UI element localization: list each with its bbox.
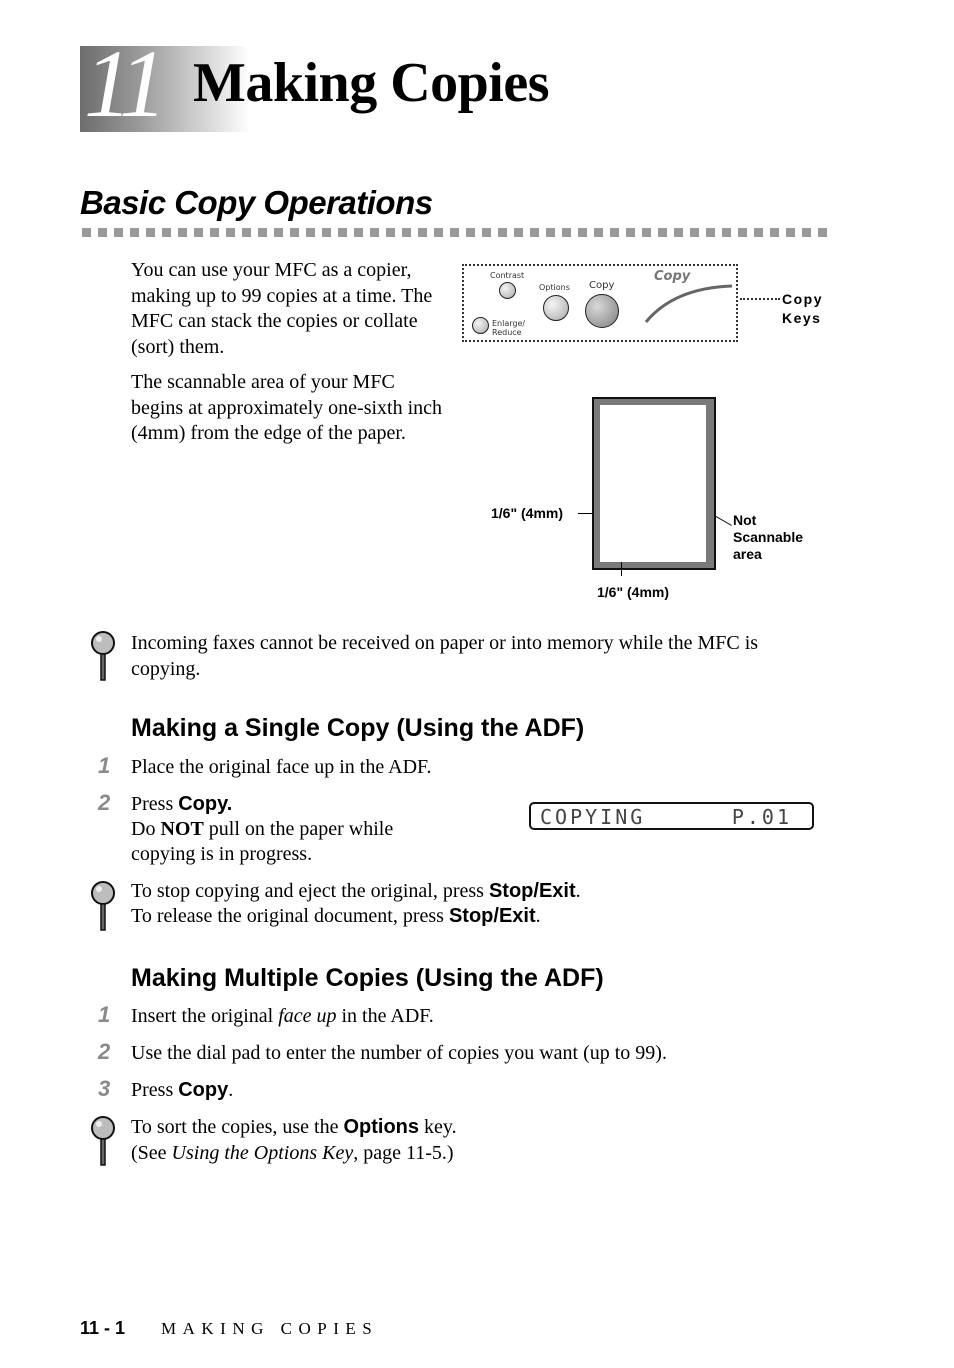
lcd-page: P.01 — [731, 805, 792, 829]
not-scannable-leader — [715, 516, 732, 526]
intro-paragraph: You can use your MFC as a copier, making… — [131, 259, 433, 358]
bottom-margin-label: 1/6" (4mm) — [597, 584, 669, 600]
step-text: Insert the original face up in the ADF. — [131, 1005, 434, 1027]
left-margin-label: 1/6" (4mm) — [491, 505, 563, 521]
enlarge-reduce-key-label: Enlarge/Reduce — [492, 319, 526, 337]
cross-reference-link: Using the Options Key — [171, 1142, 354, 1164]
note-sort-copies: To sort the copies, use the Options key.… — [131, 1116, 457, 1164]
step-text: Place the original face up in the ADF. — [131, 756, 432, 778]
bottom-margin-leader — [621, 562, 622, 576]
magnifier-icon — [91, 631, 115, 681]
lcd-status: COPYING — [540, 805, 646, 829]
copy-key-label: Copy — [589, 280, 615, 291]
section-divider — [82, 228, 832, 237]
chapter-title: Making Copies — [193, 52, 550, 114]
copy-keys-panel: Contrast Options Copy Enlarge/Reduce Cop… — [462, 264, 738, 342]
step-number: 1 — [98, 1002, 111, 1027]
multiple-copies-heading: Making Multiple Copies (Using the ADF) — [131, 964, 604, 992]
step-text: Use the dial pad to enter the number of … — [131, 1042, 667, 1064]
chapter-number: 11 — [84, 30, 167, 137]
lcd-display: COPYING P.01 — [529, 802, 814, 830]
single-copy-heading: Making a Single Copy (Using the ADF) — [131, 714, 585, 742]
enlarge-reduce-key — [472, 317, 489, 334]
left-margin-leader — [578, 513, 592, 514]
contrast-key — [499, 282, 516, 299]
note-stop-exit: To stop copying and eject the original, … — [131, 880, 581, 927]
options-key — [543, 295, 569, 321]
section-title: Basic Copy Operations — [80, 184, 433, 221]
step-number: 3 — [98, 1076, 111, 1101]
running-footer-title: MAKING COPIES — [161, 1319, 379, 1338]
magnifier-icon — [91, 1116, 115, 1166]
options-key-label: Options — [539, 283, 570, 292]
note-fax-while-copying: Incoming faxes cannot be received on pap… — [131, 632, 759, 680]
magnifier-icon — [91, 881, 115, 931]
step-number: 1 — [98, 753, 111, 778]
page-number: 11 - 1 — [80, 1318, 126, 1338]
not-scannable-label: Not Scannable area — [733, 512, 804, 562]
copy-keys-callout: Copy Keys — [782, 291, 823, 326]
scan-area-paragraph: The scannable area of your MFC begins at… — [131, 371, 443, 444]
step-text: Press Copy. Do NOT pull on the paper whi… — [131, 793, 394, 865]
contrast-key-label: Contrast — [490, 271, 525, 280]
step-number: 2 — [98, 1039, 111, 1064]
copy-key-ref: Copy. — [178, 793, 233, 815]
copy-key — [585, 294, 619, 328]
scannable-area — [600, 405, 706, 562]
callout-leader-line — [740, 298, 780, 300]
step-text: Press Copy. — [131, 1079, 234, 1101]
step-number: 2 — [98, 790, 111, 815]
copy-logo-swoosh — [644, 284, 733, 323]
